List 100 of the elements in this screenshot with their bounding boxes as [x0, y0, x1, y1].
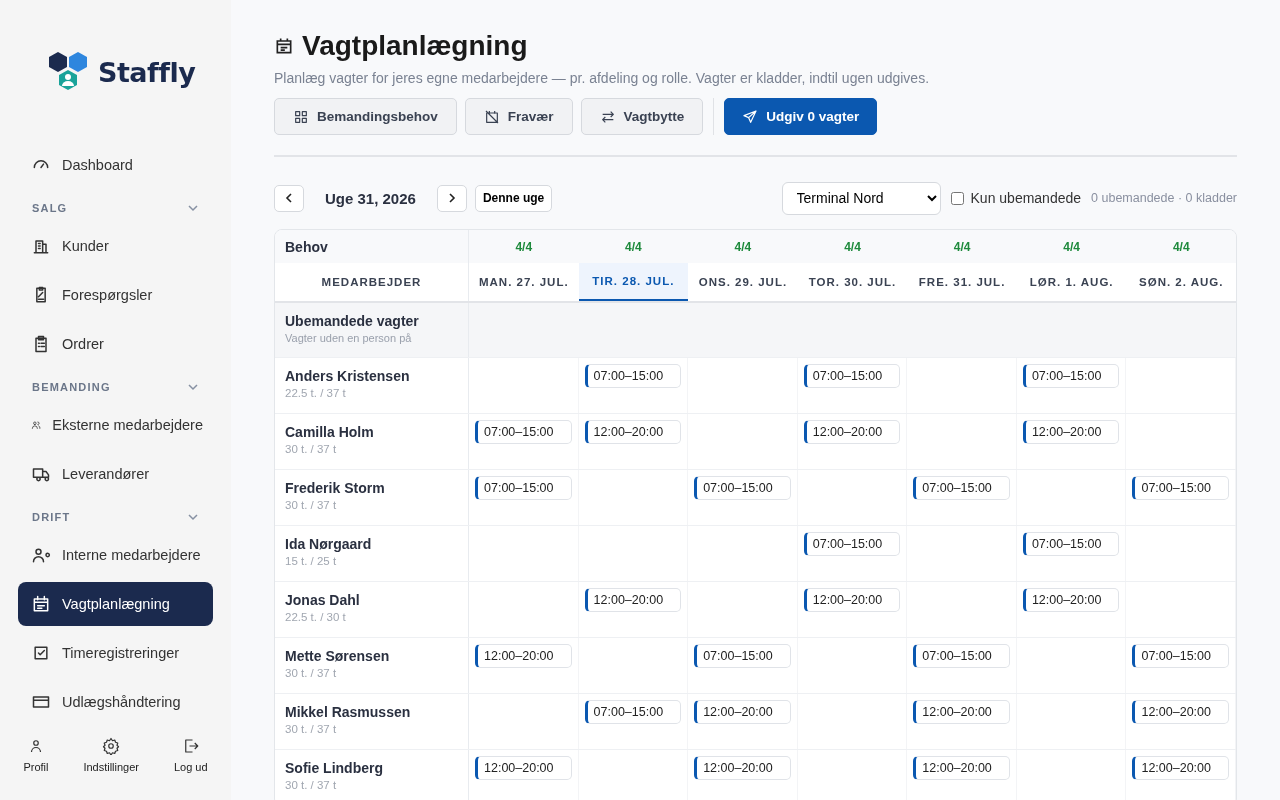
week-label: Uge 31, 2026 [325, 189, 416, 207]
nav-item[interactable]: Kunder [18, 224, 213, 268]
shift-chip[interactable]: 12:00–20:00 [475, 756, 572, 780]
need-count: 4/4 [1062, 239, 1081, 254]
day-header[interactable]: ONS. 29. JUL. [688, 263, 798, 301]
nav-item[interactable]: Leverandører [18, 452, 213, 496]
nav-icon [31, 643, 51, 663]
employee-name: Frederik Storm [285, 480, 386, 496]
action-button[interactable]: Udgiv 0 vagter [724, 98, 878, 135]
section-heading: DRIFT [32, 511, 71, 523]
day-header[interactable]: MAN. 27. JUL. [469, 263, 579, 301]
need-count: 4/4 [952, 239, 972, 254]
shift-chip[interactable]: 12:00–20:00 [1132, 700, 1230, 724]
shift-chip[interactable]: 07:00–15:00 [1022, 532, 1120, 556]
shift-chip[interactable]: 07:00–15:00 [694, 644, 791, 668]
section-heading: SALG [32, 202, 68, 214]
shift-chip[interactable]: 12:00–20:00 [913, 700, 1010, 724]
footer-button[interactable]: Profil [23, 710, 49, 800]
nav-item[interactable]: Udlægshåndtering [18, 680, 213, 710]
shift-chip[interactable]: 12:00–20:00 [694, 700, 791, 724]
shift-chip[interactable]: 07:00–15:00 [584, 700, 682, 724]
chevron-icon[interactable] [187, 202, 199, 214]
action-button[interactable]: Bemandingsbehov [274, 98, 457, 135]
shift-chip[interactable]: 12:00–20:00 [1022, 588, 1120, 612]
employee-hours: 22.5 t. / 37 t [285, 387, 347, 399]
shift-chip[interactable]: 07:00–15:00 [913, 476, 1010, 500]
need-count: 4/4 [843, 239, 862, 254]
footer-button[interactable]: Log ud [173, 710, 208, 800]
footer-button[interactable]: Indstillinger [83, 710, 139, 800]
chevron-icon[interactable] [187, 511, 199, 523]
nav-item[interactable]: Interne medarbejdere [18, 533, 213, 577]
need-count: 4/4 [514, 239, 534, 254]
shift-chip[interactable]: 07:00–15:00 [803, 532, 901, 556]
employee-name: Mette Sørensen [285, 648, 391, 664]
day-header[interactable]: TOR. 30. JUL. [797, 263, 908, 301]
chevron-icon[interactable] [187, 381, 199, 393]
next-week-button[interactable] [436, 184, 467, 212]
shift-chip[interactable]: 07:00–15:00 [584, 364, 682, 388]
nav-item[interactable]: Dashboard [18, 143, 213, 187]
employee-name: Mikkel Rasmussen [285, 704, 412, 720]
calendar-icon [274, 36, 294, 56]
checkbox[interactable] [950, 191, 964, 205]
shift-chip[interactable]: 07:00–15:00 [1132, 476, 1230, 500]
employee-name: Camilla Holm [285, 424, 375, 440]
shift-chip[interactable]: 12:00–20:00 [1022, 420, 1120, 444]
department-select[interactable]: Terminal Nord [781, 181, 941, 215]
calendar-off-icon [483, 108, 500, 125]
shift-chip[interactable]: 12:00–20:00 [1132, 756, 1230, 780]
employee-name: Ida Nørgaard [285, 536, 373, 552]
shift-chip[interactable]: 07:00–15:00 [694, 476, 791, 500]
employee-hours: 30 t. / 37 t [285, 443, 338, 455]
shift-chip[interactable]: 07:00–15:00 [1022, 364, 1120, 388]
nav-item[interactable]: Vagtplanlægning [18, 582, 213, 626]
employee-hours: 30 t. / 37 t [285, 667, 338, 679]
day-header[interactable]: LØR. 1. AUG. [1016, 263, 1127, 301]
employee-hours: 22.5 t. / 30 t [285, 611, 347, 623]
nav-item[interactable]: Forespørgsler [18, 273, 213, 317]
shift-chip[interactable]: 07:00–15:00 [913, 644, 1010, 668]
shift-chip[interactable]: 07:00–15:00 [475, 420, 572, 444]
shift-chip[interactable]: 07:00–15:00 [803, 364, 901, 388]
logo-text: Staffly [98, 56, 196, 88]
day-header[interactable]: FRE. 31. JUL. [907, 263, 1017, 301]
need-count: 4/4 [1171, 239, 1191, 254]
employee-name: Anders Kristensen [285, 368, 411, 384]
grid-icon [293, 108, 309, 125]
nav-item[interactable]: Eksterne medarbejdere [18, 403, 213, 447]
week-summary: 0 ubemandede · 0 kladder [1091, 191, 1237, 205]
settings-icon [102, 737, 121, 755]
shift-chip[interactable]: 12:00–20:00 [584, 588, 682, 612]
shift-chip[interactable]: 07:00–15:00 [1132, 644, 1230, 668]
employee-name: Sofie Lindberg [285, 760, 384, 776]
need-label: Behov [275, 230, 469, 263]
shift-chip[interactable]: 12:00–20:00 [913, 756, 1010, 780]
shift-chip[interactable]: 12:00–20:00 [694, 756, 791, 780]
send-icon [742, 108, 759, 125]
shift-chip[interactable]: 07:00–15:00 [475, 476, 572, 500]
chevron-left-icon [283, 192, 295, 204]
page-subtitle: Planlæg vagter for jeres egne medarbejdere — pr. afdeling og rolle. Vagter er kladder, indtil ugen udgives. [274, 70, 931, 86]
need-count: 4/4 [733, 239, 753, 254]
nav-item[interactable]: Timeregistreringer [18, 631, 213, 675]
shift-chip[interactable]: 12:00–20:00 [803, 588, 901, 612]
shift-chip[interactable]: 12:00–20:00 [803, 420, 901, 444]
page-title: Vagtplanlægning [302, 30, 528, 62]
shift-chip[interactable]: 12:00–20:00 [584, 420, 682, 444]
nav-item[interactable]: Ordrer [18, 322, 213, 366]
employee-hours: 30 t. / 37 t [285, 779, 338, 791]
action-button[interactable]: Fravær [464, 98, 573, 135]
unstaffed-filter[interactable]: Kun ubemandede [950, 190, 1082, 206]
action-button[interactable]: Vagtbytte [580, 98, 704, 135]
column-header: MEDARBEJDER [275, 263, 469, 301]
this-week-button[interactable]: Denne uge [474, 184, 553, 212]
need-count: 4/4 [624, 239, 643, 254]
row-subtitle: Vagter uden en person på [285, 332, 413, 344]
nav-icon [31, 594, 51, 614]
previous-week-button[interactable] [274, 184, 304, 212]
employee-name: Jonas Dahl [285, 592, 361, 608]
shift-chip[interactable]: 12:00–20:00 [475, 644, 572, 668]
day-header[interactable]: SØN. 2. AUG. [1126, 263, 1236, 301]
employee-hours: 30 t. / 37 t [285, 499, 338, 511]
day-header[interactable]: TIR. 28. JUL. [578, 263, 689, 301]
